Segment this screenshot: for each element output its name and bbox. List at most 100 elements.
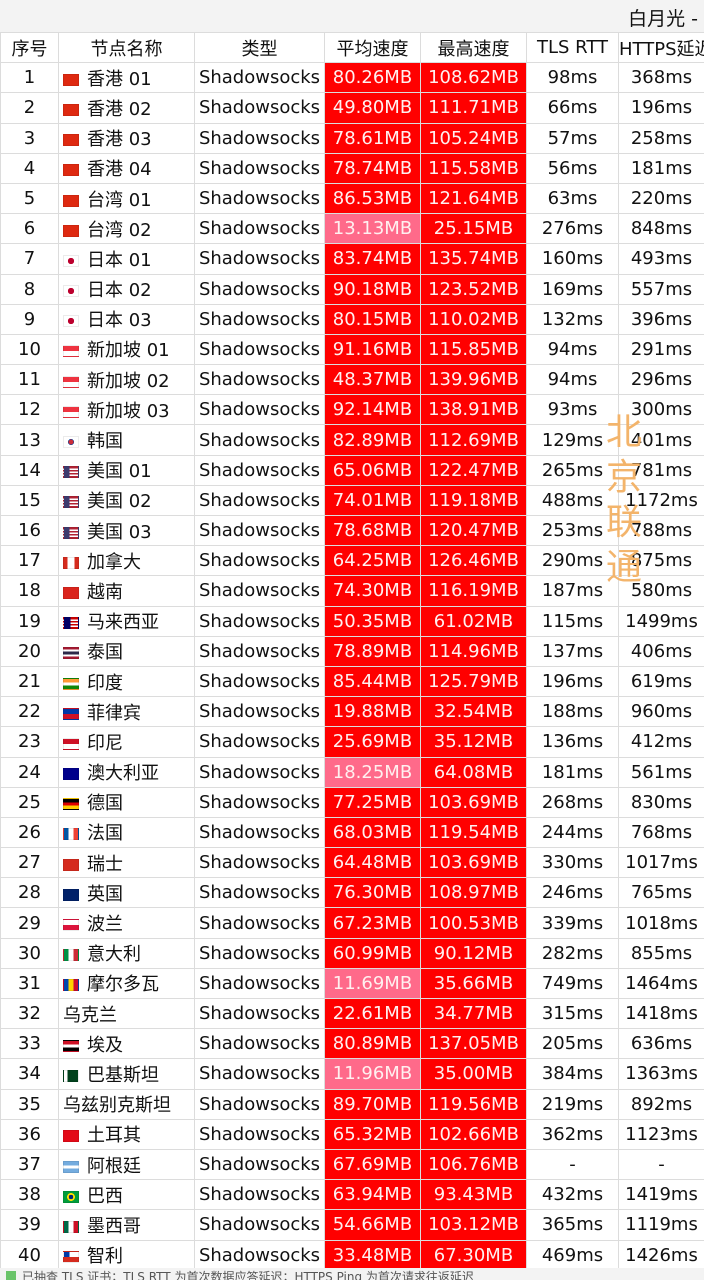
table-row[interactable]: 24 澳大利亚 Shadowsocks 18.25MB 64.08MB 181ms 561m…	[0, 756, 704, 788]
max-speed: 35.66MB	[420, 967, 527, 1000]
table-row[interactable]: 6 台湾 02 Shadowsocks 13.13MB 25.15MB 276ms 848m…	[0, 213, 704, 245]
avg-speed: 86.53MB	[324, 182, 421, 215]
table-row[interactable]: 20 泰国 Shadowsocks 78.89MB 114.96MB 137ms 406ms	[0, 635, 704, 667]
row-index: 17	[0, 545, 59, 577]
column-header-index[interactable]: 序号	[0, 31, 59, 64]
node-name: 意大利	[87, 944, 141, 966]
max-speed: 122.47MB	[420, 454, 527, 486]
avg-speed: 78.74MB	[324, 152, 421, 184]
tls-rtt: 339ms	[526, 907, 619, 939]
max-speed: 93.43MB	[420, 1179, 527, 1211]
table-row[interactable]: 25 德国 Shadowsocks 77.25MB 103.69MB 268ms 830ms	[0, 786, 704, 818]
node-name: 美国 02	[87, 491, 152, 513]
table-row[interactable]: 21 印度 Shadowsocks 85.44MB 125.79MB 196ms 619ms	[0, 665, 704, 698]
avg-speed: 76.30MB	[324, 877, 421, 909]
table-row[interactable]: 33 埃及 Shadowsocks 80.89MB 137.05MB 205ms 636ms	[0, 1028, 704, 1060]
https-latency: 1464ms	[618, 967, 704, 1000]
table-row[interactable]: 18 越南 Shadowsocks 74.30MB 116.19MB 187ms 580ms	[0, 575, 704, 607]
indonesia-flag-icon	[63, 737, 79, 750]
table-row[interactable]: 11 新加坡 02 Shadowsocks 48.37MB 139.96MB 94ms 29…	[0, 364, 704, 396]
table-row[interactable]: 22 菲律宾 Shadowsocks 19.88MB 32.54MB 188ms 960ms	[0, 696, 704, 728]
node-name-cell: 印度	[58, 665, 195, 698]
tls-rtt: 115ms	[526, 605, 619, 637]
singapore-flag-icon	[63, 375, 79, 388]
avg-speed: 74.01MB	[324, 484, 421, 517]
table-row[interactable]: 38 巴西 Shadowsocks 63.94MB 93.43MB 432ms 1419ms	[0, 1179, 704, 1211]
isp-watermark-label: 北京联通	[605, 412, 642, 588]
column-header-https-latency[interactable]: HTTPS延迟	[618, 31, 704, 64]
https-latency: 181ms	[618, 152, 704, 184]
node-name: 巴基斯坦	[87, 1064, 159, 1086]
usa-flag-icon	[63, 496, 79, 509]
node-name-cell: 埃及	[58, 1028, 195, 1060]
table-row[interactable]: 12 新加坡 03 Shadowsocks 92.14MB 138.91MB 93ms 30…	[0, 394, 704, 426]
node-name-cell: 越南	[58, 575, 195, 607]
column-header-avg-speed[interactable]: 平均速度	[324, 31, 421, 64]
column-header-tls-rtt[interactable]: TLS RTT	[526, 31, 619, 64]
tls-rtt: 136ms	[526, 726, 619, 758]
table-row[interactable]: 3 香港 03 Shadowsocks 78.61MB 105.24MB 57ms 258m…	[0, 122, 704, 154]
table-row[interactable]: 39 墨西哥 Shadowsocks 54.66MB 103.12MB 365ms 1119…	[0, 1209, 704, 1241]
table-row[interactable]: 35 乌兹别克斯坦 Shadowsocks 89.70MB 119.56MB 219ms 8…	[0, 1088, 704, 1120]
node-name: 日本 01	[87, 249, 152, 271]
table-row[interactable]: 5 台湾 01 Shadowsocks 86.53MB 121.64MB 63ms 220m…	[0, 182, 704, 215]
https-latency: 1018ms	[618, 907, 704, 939]
usa-flag-icon	[63, 526, 79, 539]
table-row[interactable]: 16 美国 03 Shadowsocks 78.68MB 120.47MB 253ms 78…	[0, 514, 704, 547]
table-row[interactable]: 40 智利 Shadowsocks 33.48MB 67.30MB 469ms 1426ms	[0, 1239, 704, 1271]
node-type: Shadowsocks	[194, 967, 325, 1000]
tls-rtt: 315ms	[526, 997, 619, 1030]
table-row[interactable]: 14 美国 01 Shadowsocks 65.06MB 122.47MB 265ms 78…	[0, 454, 704, 486]
tls-rtt: 160ms	[526, 243, 619, 275]
node-name: 泰国	[87, 642, 123, 664]
node-type: Shadowsocks	[194, 847, 325, 879]
table-row[interactable]: 30 意大利 Shadowsocks 60.99MB 90.12MB 282ms 855ms	[0, 937, 704, 969]
avg-speed: 89.70MB	[324, 1088, 421, 1120]
table-row[interactable]: 37 阿根廷 Shadowsocks 67.69MB 106.76MB - -	[0, 1148, 704, 1181]
avg-speed: 80.89MB	[324, 1028, 421, 1060]
node-name-cell: 香港 02	[58, 92, 195, 124]
canada-flag-icon	[63, 556, 79, 569]
table-row[interactable]: 7 日本 01 Shadowsocks 83.74MB 135.74MB 160ms 493…	[0, 243, 704, 275]
node-type: Shadowsocks	[194, 696, 325, 728]
node-name-cell: 韩国	[58, 424, 195, 456]
tls-rtt: 330ms	[526, 847, 619, 879]
avg-speed: 65.32MB	[324, 1118, 421, 1150]
table-row[interactable]: 27 瑞士 Shadowsocks 64.48MB 103.69MB 330ms 1017m…	[0, 847, 704, 879]
column-header-max-speed[interactable]: 最高速度	[420, 31, 527, 64]
max-speed: 126.46MB	[420, 545, 527, 577]
table-row[interactable]: 28 英国 Shadowsocks 76.30MB 108.97MB 246ms 765ms	[0, 877, 704, 909]
table-row[interactable]: 19 马来西亚 Shadowsocks 50.35MB 61.02MB 115ms 1499…	[0, 605, 704, 637]
table-row[interactable]: 2 香港 02 Shadowsocks 49.80MB 111.71MB 66ms 196m…	[0, 92, 704, 124]
node-name-cell: 土耳其	[58, 1118, 195, 1150]
table-row[interactable]: 8 日本 02 Shadowsocks 90.18MB 123.52MB 169ms 557…	[0, 273, 704, 305]
row-index: 37	[0, 1148, 59, 1181]
https-latency: 1418ms	[618, 997, 704, 1030]
table-row[interactable]: 15 美国 02 Shadowsocks 74.01MB 119.18MB 488ms 11…	[0, 484, 704, 517]
row-index: 24	[0, 756, 59, 788]
table-row[interactable]: 1 香港 01 Shadowsocks 80.26MB 108.62MB 98ms 368m…	[0, 62, 704, 94]
table-row[interactable]: 34 巴基斯坦 Shadowsocks 11.96MB 35.00MB 384ms 1363…	[0, 1058, 704, 1090]
node-name: 香港 02	[87, 98, 152, 120]
table-row[interactable]: 26 法国 Shadowsocks 68.03MB 119.54MB 244ms 768ms	[0, 816, 704, 849]
table-row[interactable]: 23 印尼 Shadowsocks 25.69MB 35.12MB 136ms 412ms	[0, 726, 704, 758]
table-row[interactable]: 17 加拿大 Shadowsocks 64.25MB 126.46MB 290ms 875m…	[0, 545, 704, 577]
table-row[interactable]: 36 土耳其 Shadowsocks 65.32MB 102.66MB 362ms 1123…	[0, 1118, 704, 1150]
table-row[interactable]: 10 新加坡 01 Shadowsocks 91.16MB 115.85MB 94ms 29…	[0, 333, 704, 366]
table-row[interactable]: 31 摩尔多瓦 Shadowsocks 11.69MB 35.66MB 749ms 1464…	[0, 967, 704, 1000]
singapore-flag-icon	[63, 405, 79, 418]
india-flag-icon	[63, 677, 79, 690]
tls-rtt: 219ms	[526, 1088, 619, 1120]
table-row[interactable]: 32 乌克兰 Shadowsocks 22.61MB 34.77MB 315ms 1418m…	[0, 997, 704, 1030]
tls-rtt: 244ms	[526, 816, 619, 849]
column-header-name[interactable]: 节点名称	[58, 31, 195, 64]
https-latency: 1119ms	[618, 1209, 704, 1241]
tls-rtt: 205ms	[526, 1028, 619, 1060]
column-header-type[interactable]: 类型	[194, 31, 325, 64]
table-row[interactable]: 4 香港 04 Shadowsocks 78.74MB 115.58MB 56ms 181m…	[0, 152, 704, 184]
max-speed: 90.12MB	[420, 937, 527, 969]
table-row[interactable]: 29 波兰 Shadowsocks 67.23MB 100.53MB 339ms 1018m…	[0, 907, 704, 939]
table-row[interactable]: 13 韩国 Shadowsocks 82.89MB 112.69MB 129ms 401ms	[0, 424, 704, 456]
table-row[interactable]: 9 日本 03 Shadowsocks 80.15MB 110.02MB 132ms 396…	[0, 303, 704, 335]
row-index: 7	[0, 243, 59, 275]
